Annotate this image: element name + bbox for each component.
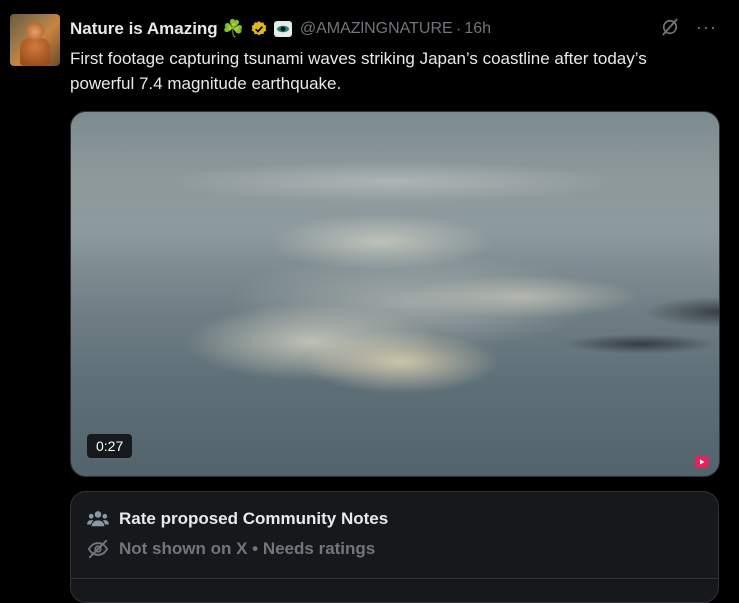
clover-emoji: ☘️ <box>222 19 244 38</box>
youtube-icon <box>695 456 709 468</box>
video-frame-wave <box>221 202 541 282</box>
community-notes-title[interactable]: Rate proposed Community Notes <box>119 509 388 529</box>
timestamp[interactable]: 16h <box>464 20 491 38</box>
more-icon[interactable]: ··· <box>696 17 717 37</box>
tweet-actions-top: ··· <box>660 17 717 37</box>
community-notes-panel[interactable]: Rate proposed Community Notes Not shown … <box>70 491 719 603</box>
avatar-body <box>20 38 50 66</box>
tweet: Nature is Amazing ☘️ @AMAZlNGNATURE · 16… <box>0 0 739 603</box>
author-handle[interactable]: @AMAZlNGNATURE <box>300 20 453 38</box>
affiliate-badge-icon[interactable] <box>273 21 292 37</box>
tweet-text: First footage capturing tsunami waves st… <box>70 49 647 93</box>
avatar[interactable] <box>10 14 60 66</box>
verified-badge-icon[interactable] <box>250 20 268 38</box>
video-duration: 0:27 <box>87 434 133 458</box>
community-notes-divider <box>71 578 718 579</box>
community-notes-status-row: Not shown on X • Needs ratings <box>87 539 375 559</box>
community-notes-status: Not shown on X • Needs ratings <box>119 539 376 558</box>
video-player[interactable]: 0:27 <box>70 111 720 477</box>
author-name[interactable]: Nature is Amazing <box>70 19 218 39</box>
grok-icon[interactable] <box>660 17 680 37</box>
separator-dot: · <box>455 19 462 38</box>
tweet-header: Nature is Amazing ☘️ @AMAZlNGNATURE · 16… <box>70 17 719 41</box>
community-notes-header: Rate proposed Community Notes <box>87 509 388 529</box>
avatar-face <box>26 22 44 40</box>
people-icon <box>87 511 109 527</box>
eye-off-icon <box>87 539 109 559</box>
